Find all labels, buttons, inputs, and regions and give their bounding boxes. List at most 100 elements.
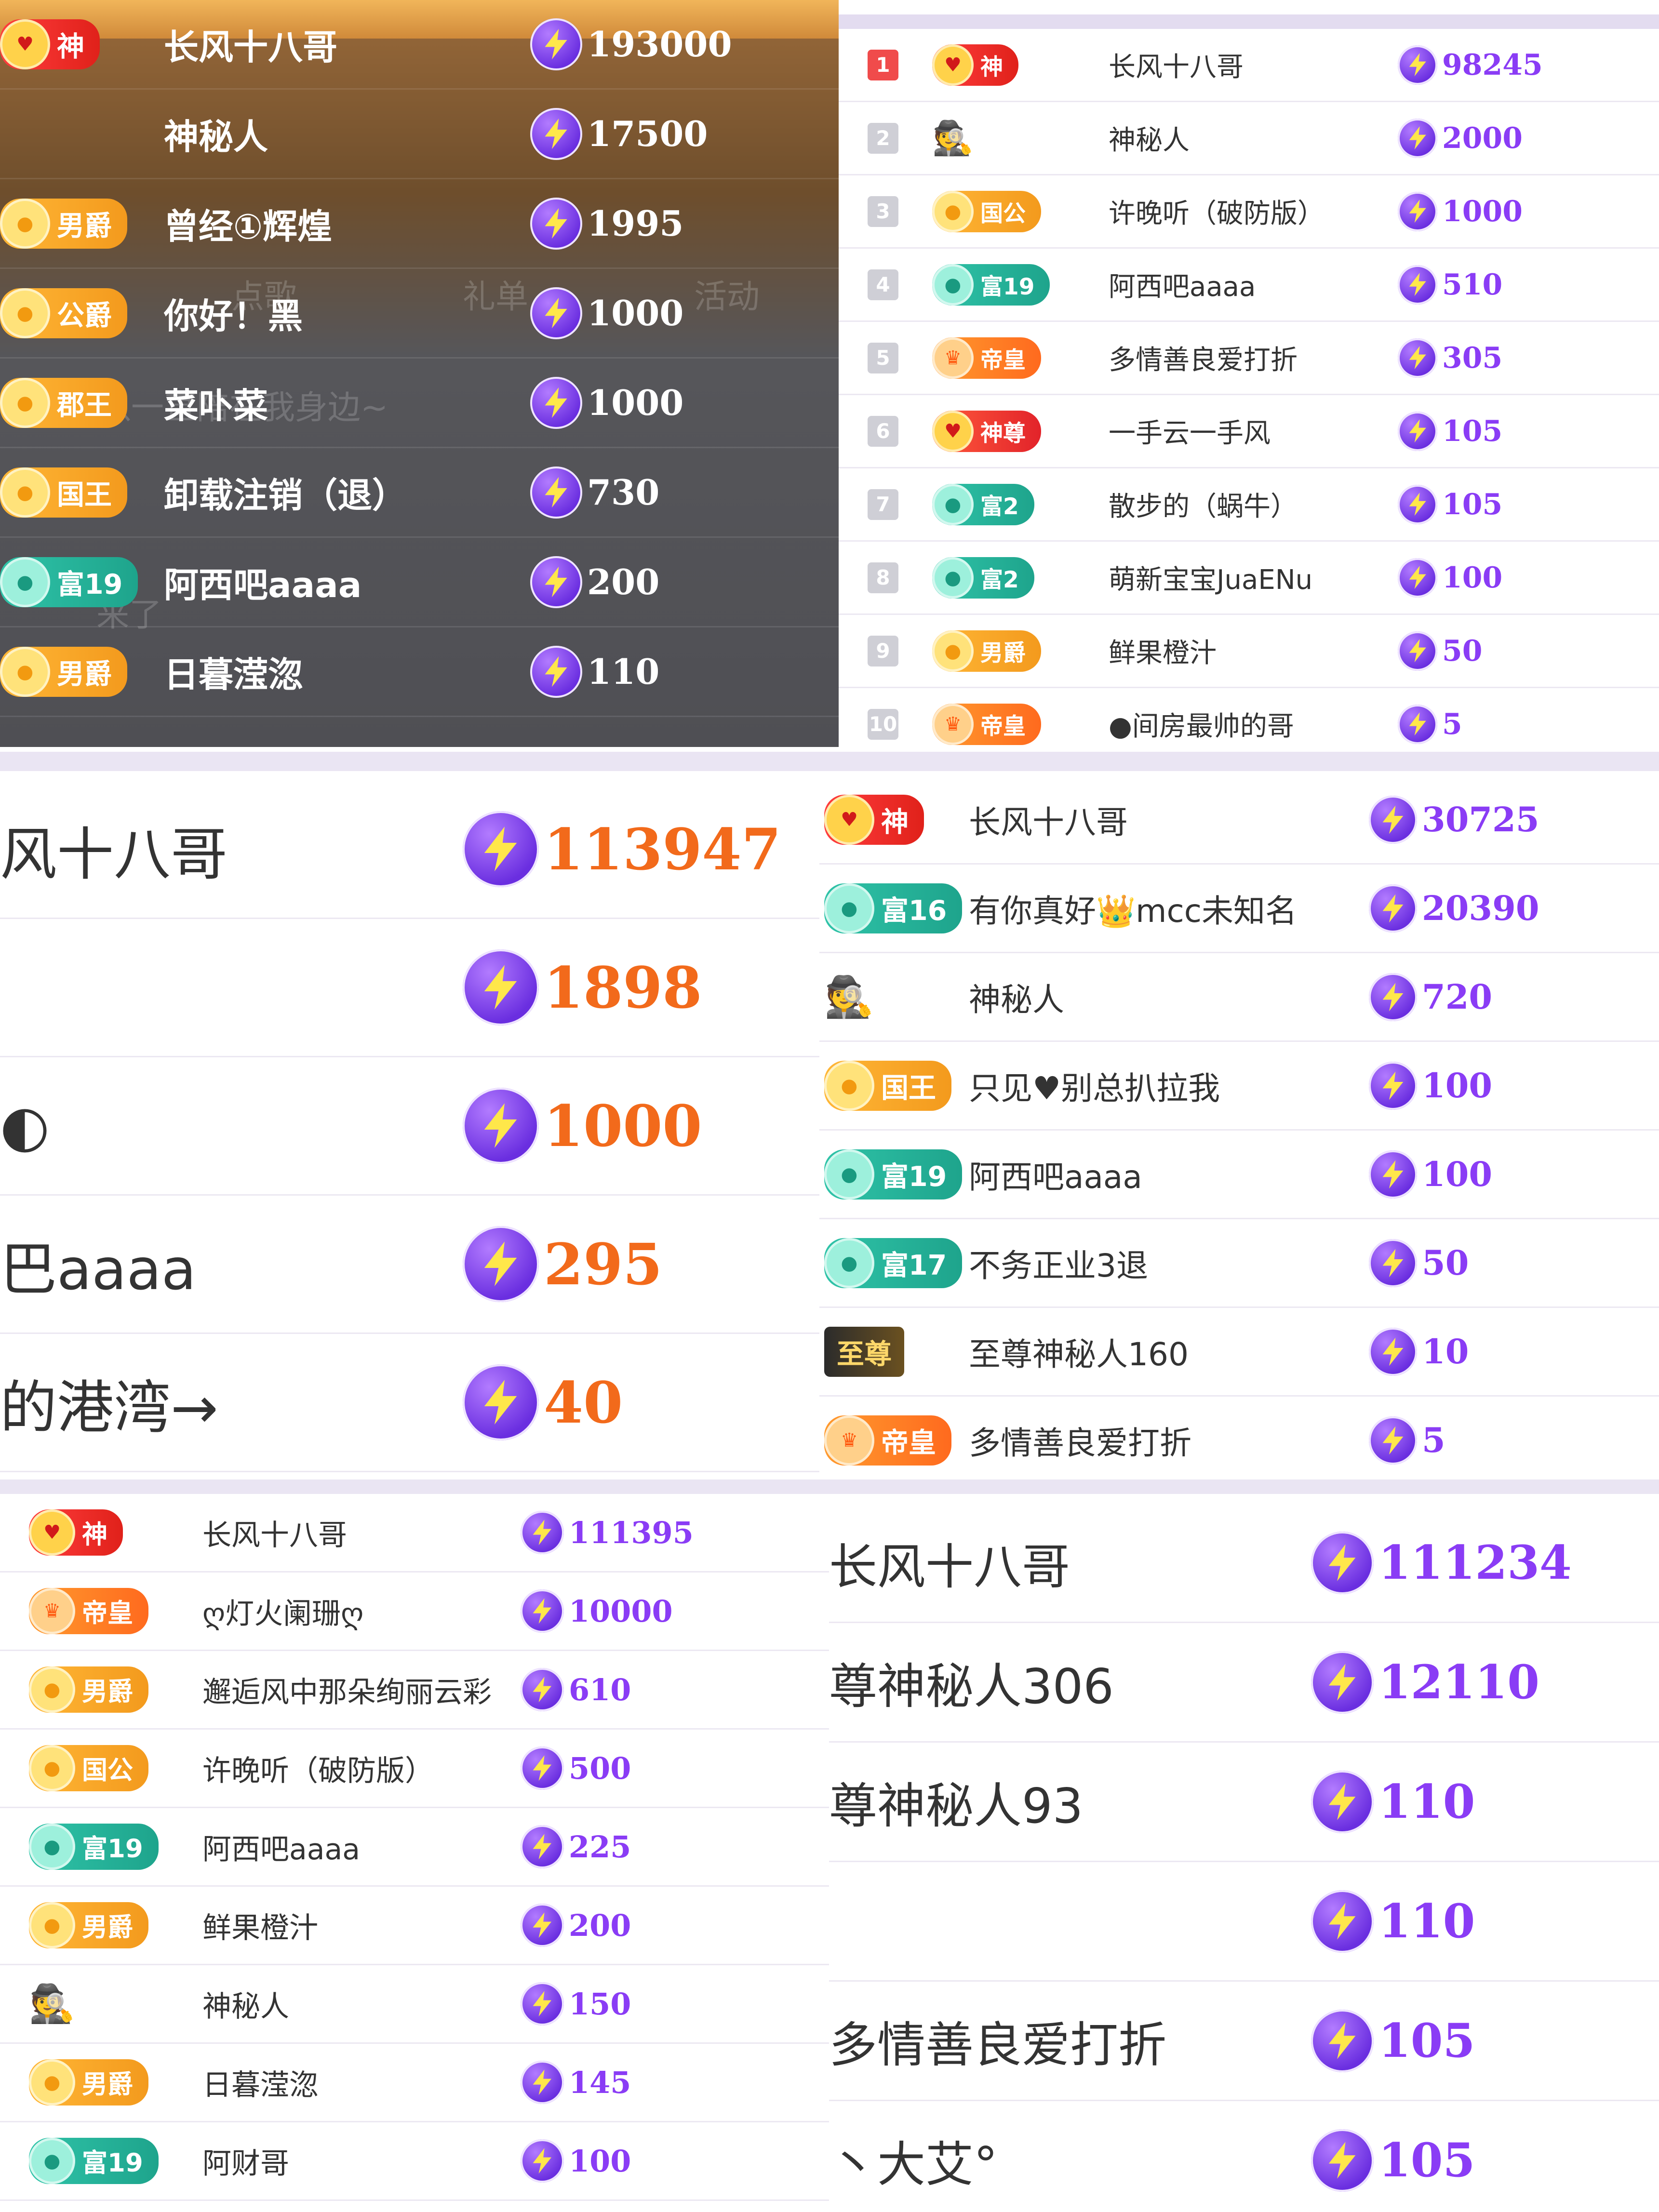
lightning-coin-icon <box>1369 973 1417 1021</box>
incognito-icon: 🕵 <box>29 1983 75 2025</box>
leaderboard-row[interactable]: ● 男爵 鲜果橙汁 200 <box>0 1887 829 1965</box>
leaderboard-row[interactable]: 长风十八哥 111234 <box>829 1504 1659 1623</box>
user-name: 尊神秘人93 <box>829 1778 1084 1834</box>
value-number: 100 <box>569 2143 631 2179</box>
level-badge: ♥ 神 <box>824 794 924 845</box>
leaderboard-row[interactable]: 尊神秘人306 12110 <box>829 1623 1659 1743</box>
lightning-coin-icon <box>1311 1890 1374 1953</box>
leaderboard-row[interactable]: 风十八哥 113947 <box>0 781 819 919</box>
level-badge: ● 国公 <box>932 190 1041 232</box>
leaderboard-row[interactable]: ♥ 神 长风十八哥 193000 <box>0 0 839 90</box>
contribution-value: 30725 <box>1369 795 1539 844</box>
value-number: 200 <box>587 561 660 602</box>
contribution-value: 720 <box>1369 973 1492 1021</box>
lightning-coin-icon <box>521 1904 564 1947</box>
level-badge: ● 富2 <box>932 557 1034 599</box>
leaderboard-row[interactable]: 7 ● 富2 散步的（蜗牛） 105 <box>839 468 1659 542</box>
lightning-coin-icon <box>1311 2009 1374 2072</box>
leaderboard-row[interactable]: ♥ 神 长风十八哥 30725 <box>819 776 1659 865</box>
leaderboard-row[interactable]: 尊神秘人93 110 <box>829 1743 1659 1862</box>
leaderboard-row[interactable]: ● 富19 阿财哥 100 <box>0 2122 829 2201</box>
value-number: 50 <box>1442 634 1483 668</box>
leaderboard-row[interactable]: 1 ♥ 神 长风十八哥 98245 <box>839 29 1659 102</box>
badge-emblem-icon: ● <box>932 630 974 672</box>
user-name: ●间房最帅的哥 <box>1109 711 1294 742</box>
leaderboard-row[interactable]: 6 ♥ 神尊 一手云一手风 105 <box>839 395 1659 468</box>
leaderboard-row[interactable]: ● 男爵 曾经①辉煌 1995 <box>0 179 839 269</box>
leaderboard-row[interactable]: ● 郡王 菜卟菜 1000 <box>0 359 839 448</box>
leaderboard-row[interactable]: 110 <box>829 1862 1659 1982</box>
leaderboard-row[interactable]: 1898 <box>0 919 819 1057</box>
leaderboard-row[interactable]: 巴aaaa 295 <box>0 1196 819 1334</box>
leaderboard-row[interactable]: ● 富16 有你真好👑mcc未知名 20390 <box>819 865 1659 953</box>
leaderboard-panel-middle-right: ♥ 神长风十八哥 30725 ● 富16 有你真好👑mcc未知名 20390 🕵 神秘人 720 ●… <box>819 771 1659 1479</box>
badge-emblem-icon: ● <box>824 1149 874 1199</box>
contribution-value: 305 <box>1398 338 1502 378</box>
user-name: 许晚听（破防版） <box>202 1754 434 1788</box>
level-badge: ● 男爵 <box>932 630 1041 672</box>
leaderboard-panel-top-right: 1 ♥ 神长风十八哥 98245 2 🕵 神秘人 2000 3 ● 国公 许晚听（破防版） 1000 4 ●… <box>839 0 1659 752</box>
value-number: 111395 <box>569 1515 694 1550</box>
leaderboard-row[interactable]: 丶大艾° 105 <box>829 2101 1659 2212</box>
leaderboard-row[interactable]: 4 ● 富19 阿西吧aaaa 510 <box>839 249 1659 322</box>
lightning-coin-icon <box>1398 191 1437 231</box>
leaderboard-row[interactable]: ● 国公 许晚听（破防版） 500 <box>0 1730 829 1808</box>
badge-emblem-icon: ● <box>824 883 874 933</box>
lightning-coin-icon <box>1369 1327 1417 1376</box>
leaderboard-row[interactable]: ● 富17 不务正业3退 50 <box>819 1219 1659 1308</box>
leaderboard-row[interactable]: 🕵 神秘人 720 <box>819 953 1659 1042</box>
value-number: 500 <box>569 1750 631 1786</box>
value-number: 12110 <box>1378 1655 1539 1709</box>
badge-emblem-icon: ● <box>932 264 974 306</box>
leaderboard-row[interactable]: ● 男爵 邂逅风中那朵绚丽云彩 610 <box>0 1651 829 1730</box>
leaderboard-row[interactable]: 3 ● 国公 许晚听（破防版） 1000 <box>839 175 1659 249</box>
top-divider <box>839 14 1659 29</box>
leaderboard-row[interactable]: ♥ 神 长风十八哥 111395 <box>0 1494 829 1572</box>
leaderboard-row[interactable]: ● 富19 阿西吧aaaa 100 <box>819 1131 1659 1219</box>
contribution-value: 110 <box>530 645 659 698</box>
lightning-coin-icon <box>1398 631 1437 671</box>
badge-label: 神 <box>57 30 84 63</box>
leaderboard-row[interactable]: ◐ 1000 <box>0 1057 819 1196</box>
level-badge: ♥ 神 <box>932 44 1018 86</box>
leaderboard-row[interactable]: ● 国王 只见♥别总扒拉我 100 <box>819 1042 1659 1131</box>
leaderboard-row[interactable]: ● 男爵 日暮滢淴 110 <box>0 627 839 717</box>
leaderboard-row[interactable]: ● 富19 阿西吧aaaa 225 <box>0 1808 829 1887</box>
contribution-value: 730 <box>530 466 659 519</box>
leaderboard-row[interactable]: 10 ♛ 帝皇 ●间房最帅的哥 5 <box>839 688 1659 752</box>
lightning-coin-icon <box>521 1668 564 1711</box>
contribution-value: 1000 <box>1398 191 1523 231</box>
badge-label: 帝皇 <box>980 713 1026 740</box>
badge-label: 男爵 <box>82 1677 133 1706</box>
value-number: 10000 <box>569 1593 673 1629</box>
leaderboard-row[interactable]: 多情善良爱打折 105 <box>829 1982 1659 2101</box>
leaderboard-row[interactable]: 5 ♛ 帝皇 多情善良爱打折 305 <box>839 322 1659 395</box>
badge-emblem-icon: ♛ <box>824 1415 874 1466</box>
leaderboard-row[interactable]: ♛ 帝皇 多情善良爱打折 5 <box>819 1397 1659 1479</box>
leaderboard-row[interactable]: ♛ 帝皇 ღ灯火阑珊ღ 10000 <box>0 1572 829 1651</box>
contribution-value: 105 <box>1398 484 1502 524</box>
lightning-coin-icon <box>530 376 582 429</box>
contribution-value: 500 <box>521 1746 631 1790</box>
leaderboard-row[interactable]: ● 公爵 你好！黑 1000 <box>0 269 839 359</box>
badge-label: 男爵 <box>82 1913 133 1942</box>
leaderboard-row[interactable]: ● 国王 卸载注销（退） 730 <box>0 448 839 538</box>
leaderboard-row[interactable]: 🕵 神秘人 150 <box>0 1965 829 2044</box>
leaderboard-row[interactable]: 神秘人 17500 <box>0 90 839 179</box>
value-number: 2000 <box>1442 121 1523 155</box>
contribution-value: 100 <box>521 2139 631 2183</box>
leaderboard-row[interactable]: 的港湾→ 40 <box>0 1334 819 1472</box>
leaderboard-row[interactable]: ● 富19 阿西吧aaaa 200 <box>0 538 839 627</box>
leaderboard-row[interactable]: 至尊 至尊神秘人160 10 <box>819 1308 1659 1397</box>
user-name: 长风十八哥 <box>202 1518 347 1552</box>
lightning-coin-icon <box>521 2061 564 2104</box>
contribution-value: 145 <box>521 2061 631 2104</box>
leaderboard-row[interactable]: ● 男爵 日暮滢淴 145 <box>0 2044 829 2122</box>
level-badge: ♥ 神尊 <box>932 410 1041 452</box>
leaderboard-row[interactable]: 2 🕵 神秘人 2000 <box>839 102 1659 175</box>
contribution-value: 1000 <box>530 376 683 429</box>
badge-label: 富2 <box>980 493 1019 520</box>
leaderboard-row[interactable]: 9 ● 男爵 鲜果橙汁 50 <box>839 615 1659 688</box>
level-badge: ● 国王 <box>0 467 127 518</box>
leaderboard-row[interactable]: 8 ● 富2 萌新宝宝JuaENu 100 <box>839 542 1659 615</box>
